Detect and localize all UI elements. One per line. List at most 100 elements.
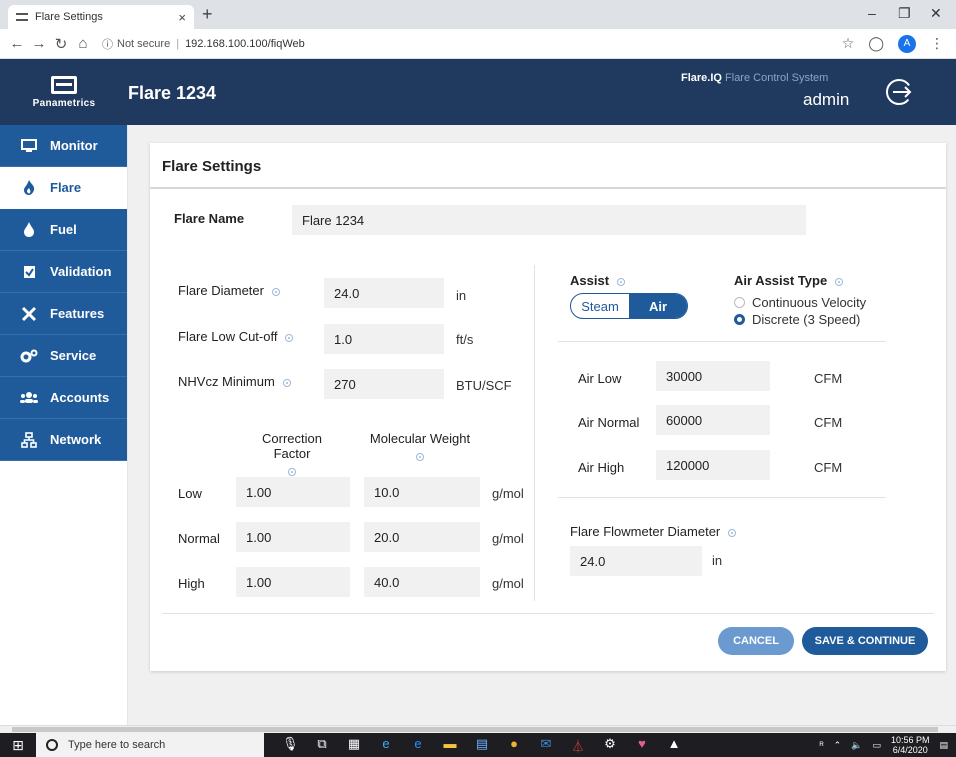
info-icon[interactable] [285,333,294,342]
sidebar-item-label: Validation [50,264,112,279]
cf-normal-input[interactable]: 1.00 [236,522,350,552]
menu-kebab-icon[interactable]: ⋮ [930,35,944,52]
cf-high-input[interactable]: 1.00 [236,567,350,597]
scrollbar-thumb[interactable] [12,727,938,732]
info-icon[interactable]: ⓘ [102,36,113,52]
people-icon[interactable]: ᴿ [820,740,824,750]
sidebar-item-validation[interactable]: Validation [0,251,127,293]
bookmark-star-icon[interactable]: ☆ [842,35,855,52]
tab-title: Flare Settings [35,11,103,23]
network-tray-icon[interactable]: ▭ [872,740,881,751]
info-icon[interactable] [288,467,296,476]
network-icon [20,431,38,448]
cf-low-input[interactable]: 1.00 [236,477,350,507]
flare-cutoff-input[interactable]: 1.0 [324,324,444,354]
card-title: Flare Settings [162,158,262,175]
info-icon[interactable] [835,277,844,286]
clock[interactable]: 10:56 PM 6/4/2020 [891,735,930,755]
browser-tab[interactable]: Flare Settings × [8,5,194,29]
flowmeter-input[interactable]: 24.0 [570,546,702,576]
sidebar-item-label: Accounts [50,390,110,405]
info-icon[interactable] [617,277,626,286]
info-icon[interactable] [271,287,280,296]
chevron-up-icon[interactable]: ⌃ [834,740,842,751]
back-icon[interactable]: ← [6,35,28,52]
tab-close-button[interactable]: × [178,10,186,25]
panametrics-logo[interactable]: Panametrics [0,59,128,125]
mw-low-input[interactable]: 10.0 [364,477,480,507]
reload-icon[interactable]: ↻ [50,35,72,53]
air-low-label: Air Low [578,371,622,386]
ie-icon[interactable]: e [378,736,394,755]
cancel-button[interactable]: CANCEL [718,627,794,655]
flare-diameter-input[interactable]: 24.0 [324,278,444,308]
restore-icon[interactable]: ❐ [898,5,911,22]
sidebar-item-monitor[interactable]: Monitor [0,125,127,167]
edge-icon[interactable]: e [410,736,426,755]
task-view-icon[interactable]: ⧉ [314,736,330,755]
notifications-icon[interactable]: ▤ [939,740,948,751]
file-explorer-icon[interactable]: ▬ [442,736,458,755]
mic-icon[interactable]: 🎙 [282,736,299,755]
sidebar-item-network[interactable]: Network [0,419,127,461]
info-icon[interactable] [728,528,737,537]
taskbar-search[interactable]: Type here to search [36,733,264,757]
acrobat-icon[interactable]: ⏃ [570,736,586,755]
app-icon[interactable]: ▤ [474,736,490,755]
photos-icon[interactable]: ▲ [666,736,682,755]
flare-name-input[interactable]: Flare 1234 [292,205,806,235]
volume-icon[interactable]: 🔈 [851,740,862,751]
calculator-icon[interactable]: ▦ [346,736,362,755]
assist-steam-button[interactable]: Steam [571,294,629,318]
settings-icon[interactable]: ⚙ [602,736,618,755]
horizontal-scrollbar[interactable] [0,725,956,733]
info-icon[interactable] [416,452,424,461]
air-high-input[interactable]: 120000 [656,450,770,480]
chrome-icon[interactable]: ● [506,736,522,755]
radio-discrete[interactable]: Discrete (3 Speed) [734,312,860,327]
flowmeter-unit: in [712,553,723,568]
sidebar-item-service[interactable]: Service [0,335,127,377]
logout-icon[interactable] [884,77,914,107]
sidebar-item-label: Fuel [50,222,77,237]
flowmeter-label: Flare Flowmeter Diameter [570,524,737,539]
extension-icon[interactable]: ◯ [868,35,884,52]
sidebar-item-features[interactable]: Features [0,293,127,335]
cortana-icon [46,739,58,751]
sidebar-nav: Monitor Flare Fuel Validation Features S… [0,125,127,461]
mw-low-unit: g/mol [492,486,524,501]
url-field[interactable]: ⓘ Not secure | 192.168.100.100/fiqWeb [102,32,842,56]
sidebar-item-accounts[interactable]: Accounts [0,377,127,419]
assist-air-button[interactable]: Air [629,294,687,318]
nhv-min-text: NHVcz Minimum [178,374,275,389]
flare-name-label: Flare Name [174,211,245,226]
windows-start-icon[interactable]: ⊞ [0,737,36,754]
mw-high-input[interactable]: 40.0 [364,567,480,597]
clock-date: 6/4/2020 [892,745,928,755]
nhv-min-input[interactable]: 270 [324,369,444,399]
clock-time: 10:56 PM [890,735,930,745]
column-divider [534,265,535,601]
sidebar-item-flare[interactable]: Flare [0,167,127,209]
mw-normal-input[interactable]: 20.0 [364,522,480,552]
cf-header-text: Correction Factor [262,431,322,461]
forward-icon[interactable]: → [28,35,50,52]
radio-continuous-velocity[interactable]: Continuous Velocity [734,295,866,310]
air-normal-input[interactable]: 60000 [656,405,770,435]
flare-diameter-label: Flare Diameter [178,283,280,298]
profile-avatar[interactable]: A [898,34,916,53]
flowmeter-text: Flare Flowmeter Diameter [570,524,721,539]
favicon-icon [16,13,28,21]
air-low-input[interactable]: 30000 [656,361,770,391]
info-icon[interactable] [282,378,291,387]
sidebar-item-fuel[interactable]: Fuel [0,209,127,251]
outlook-icon[interactable]: ✉ [538,736,554,755]
close-window-icon[interactable]: ✕ [930,5,942,22]
maps-icon[interactable]: ♥ [634,736,650,755]
save-continue-button[interactable]: SAVE & CONTINUE [802,627,928,655]
home-icon[interactable]: ⌂ [72,35,94,52]
mw-header: Molecular Weight [362,431,478,461]
new-tab-button[interactable]: + [202,4,213,25]
air-normal-unit: CFM [814,415,843,430]
minimize-icon[interactable]: – [868,5,876,21]
